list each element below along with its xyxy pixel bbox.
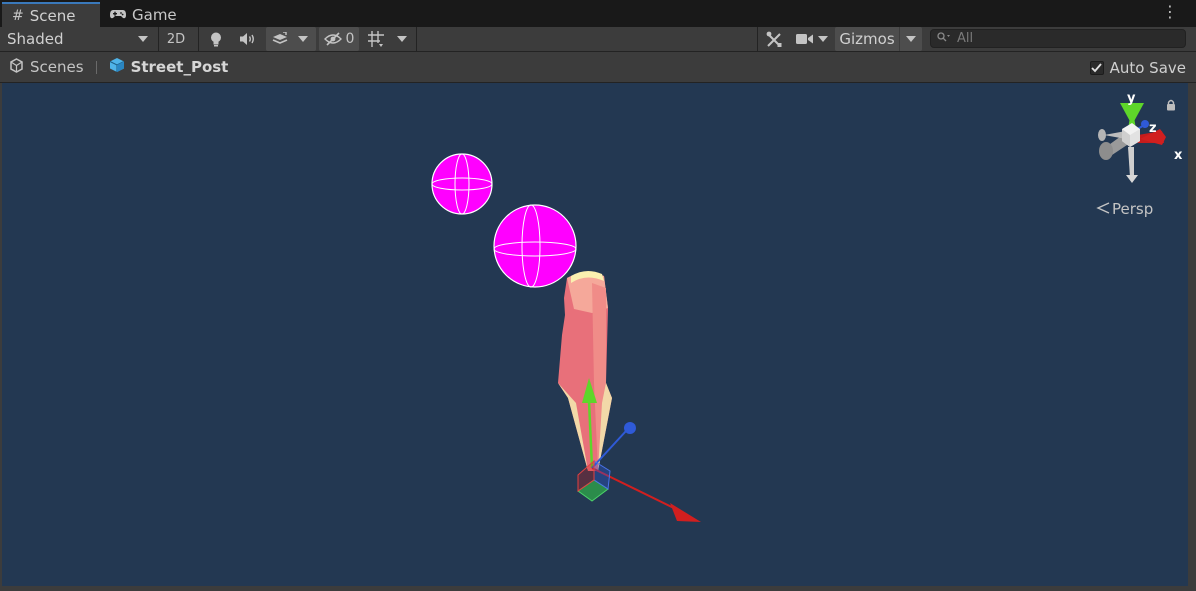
chevron-down-icon bbox=[138, 36, 148, 42]
breadcrumb: Scenes Street_Post bbox=[9, 57, 228, 77]
scene-viewport[interactable]: y z x Persp bbox=[2, 83, 1188, 586]
video-camera-icon bbox=[796, 34, 813, 44]
lighting-toggle-button[interactable] bbox=[202, 27, 230, 51]
gizmos-toggle-button[interactable]: Gizmos bbox=[835, 27, 899, 51]
tools-icon bbox=[766, 31, 781, 47]
tab-game-label: Game bbox=[132, 5, 177, 24]
tab-scene-label: Scene bbox=[29, 6, 76, 25]
camera-settings-dropdown[interactable] bbox=[792, 27, 832, 51]
axis-y-label: y bbox=[1127, 91, 1136, 106]
breadcrumb-prefab-item[interactable]: Street_Post bbox=[131, 58, 229, 76]
tab-game[interactable]: Game bbox=[100, 2, 190, 27]
scene-render bbox=[431, 153, 701, 522]
auto-save-label: Auto Save bbox=[1109, 59, 1186, 77]
grid-hash-icon: # bbox=[12, 7, 24, 24]
breadcrumb-separator bbox=[95, 60, 97, 74]
chevron-down-icon bbox=[298, 36, 308, 42]
auto-save-checkbox[interactable] bbox=[1089, 61, 1104, 75]
street-post-mesh[interactable] bbox=[558, 270, 612, 471]
projection-label: Persp bbox=[1112, 200, 1154, 218]
grid-icon bbox=[368, 31, 384, 47]
auto-save-toggle[interactable]: Auto Save bbox=[1089, 59, 1186, 77]
breadcrumb-scenes-link[interactable]: Scenes bbox=[30, 58, 84, 76]
search-input[interactable]: All bbox=[930, 29, 1186, 48]
scene-toolbar: Shaded 2D 0 Gizmos All bbox=[0, 27, 1196, 52]
checkmark-icon bbox=[1091, 63, 1102, 73]
eye-hidden-icon bbox=[323, 32, 342, 46]
gamepad-icon bbox=[110, 6, 126, 24]
projection-toggle[interactable]: Persp bbox=[1096, 200, 1153, 218]
search-placeholder: All bbox=[957, 31, 974, 46]
toggle-2d-button[interactable]: 2D bbox=[160, 27, 192, 51]
speaker-icon bbox=[240, 33, 254, 45]
sphere-small[interactable] bbox=[431, 153, 493, 215]
sphere-large[interactable] bbox=[493, 204, 577, 288]
perspective-icon bbox=[1096, 200, 1110, 218]
lock-icon[interactable] bbox=[1166, 99, 1176, 115]
draw-mode-value: Shaded bbox=[7, 30, 64, 48]
hidden-objects-count: 0 bbox=[345, 31, 355, 47]
tools-button[interactable] bbox=[760, 27, 788, 51]
search-icon bbox=[937, 31, 951, 46]
chevron-down-icon bbox=[906, 36, 916, 42]
prefab-cube-icon bbox=[109, 57, 125, 77]
prefab-breadcrumb-bar: Scenes Street_Post Auto Save bbox=[0, 52, 1196, 83]
gizmos-dropdown[interactable] bbox=[900, 27, 922, 51]
layers-icon bbox=[272, 32, 288, 44]
axis-z-label: z bbox=[1149, 121, 1157, 136]
tab-scene[interactable]: # Scene bbox=[2, 2, 100, 27]
unity-scene-icon bbox=[9, 57, 24, 77]
draw-mode-dropdown[interactable]: Shaded bbox=[0, 27, 156, 51]
chevron-down-icon bbox=[397, 36, 407, 42]
grid-snap-dropdown[interactable] bbox=[363, 27, 413, 51]
hidden-objects-toggle[interactable]: 0 bbox=[319, 27, 359, 51]
gizmos-label: Gizmos bbox=[839, 30, 895, 48]
audio-toggle-button[interactable] bbox=[233, 27, 263, 51]
more-options-icon[interactable]: ⋮ bbox=[1162, 4, 1178, 20]
effects-toggle-button[interactable] bbox=[266, 27, 316, 51]
window-tab-bar: # Scene Game ⋮ bbox=[0, 0, 1196, 27]
chevron-down-icon bbox=[818, 36, 828, 42]
lightbulb-icon bbox=[211, 32, 221, 46]
toggle-2d-label: 2D bbox=[166, 31, 186, 47]
axis-x-label: x bbox=[1174, 148, 1183, 163]
